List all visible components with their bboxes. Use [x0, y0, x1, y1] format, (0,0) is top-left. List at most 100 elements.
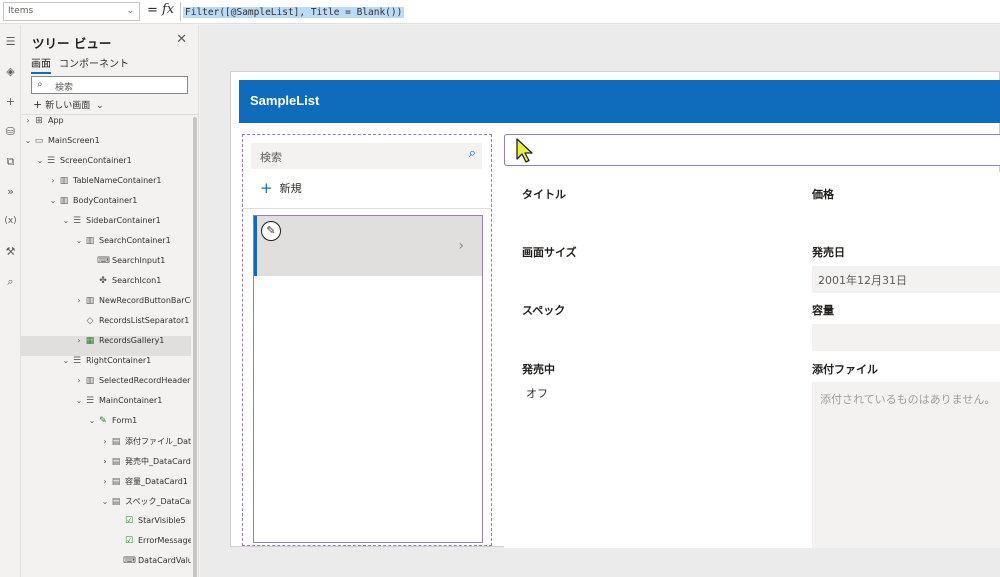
property-dropdown-value: Items: [8, 6, 34, 16]
price-label: 価格: [812, 188, 834, 201]
horizontal-container-icon: ▥: [85, 296, 95, 306]
mouse-cursor-icon: [516, 138, 533, 163]
formula-bar: Items ⌄ = fx Filter([@SampleList], Title…: [0, 0, 1000, 24]
release-date-value: 2001年12月31日: [818, 274, 907, 287]
tree-item-starvisible[interactable]: ☑ StarVisible5: [21, 516, 191, 536]
tree-item-form[interactable]: ⌄ ✎ Form1: [21, 416, 191, 436]
tab-components[interactable]: コンポーネント: [59, 55, 129, 70]
chevron-right-icon: ›: [51, 176, 55, 185]
chevron-down-icon: ⌄: [96, 101, 104, 111]
chevron-down-icon: ⌄: [75, 396, 83, 405]
variables-icon[interactable]: (x): [2, 213, 19, 230]
tree-item-attachments-datacard[interactable]: › ▤ 添付ファイル_Data: [21, 436, 191, 456]
tree-item-sidebarcontainer[interactable]: ⌄ ☰ SidebarContainer1: [21, 216, 191, 236]
tree-view-title: ツリー ビュー: [32, 36, 112, 51]
tree-item-mainscreen[interactable]: ⌄ ▭ MainScreen1: [21, 136, 191, 156]
chevron-right-icon: ›: [103, 437, 107, 446]
vertical-container-icon: ☰: [72, 216, 82, 226]
close-icon[interactable]: ✕: [176, 32, 187, 47]
chevron-down-icon: ⌄: [49, 196, 57, 205]
chevron-down-icon: ⌄: [75, 236, 83, 245]
app-icon: ⊞: [35, 116, 43, 126]
edit-pencil-icon[interactable]: ✎: [261, 221, 281, 241]
tools-icon[interactable]: ⚒: [2, 243, 19, 260]
app-header: SampleList: [239, 80, 1000, 123]
tree-item-spec-datacard[interactable]: ⌄ ▤ スペック_DataCard: [21, 496, 191, 516]
gallery-item[interactable]: ✎ ›: [254, 216, 482, 276]
app-header-title: SampleList: [250, 93, 320, 108]
datacard-icon: ▤: [111, 437, 121, 447]
tree-item-errormessage[interactable]: ☑ErrorMessage5: [21, 536, 191, 556]
search-input[interactable]: 検索 ⌕: [251, 143, 482, 169]
formula-text: Filter([@SampleList], Title = Blank()): [183, 7, 405, 18]
tree-item-onsale-datacard[interactable]: › ▤ 発売中_DataCard1: [21, 456, 191, 476]
tree-item-rightcontainer[interactable]: ⌄ ☰ RightContainer1: [21, 356, 191, 376]
label-icon: ☑: [124, 516, 134, 526]
tree-search-input[interactable]: ⌕ 検索: [31, 76, 188, 94]
label-icon: ☑: [124, 536, 134, 546]
record-form: タイトル 価格 画面サイズ 発売日 2001年12月31日 スペック 容量 発売…: [504, 172, 1000, 548]
tree-item-searchicon[interactable]: ✤ SearchIcon1: [21, 276, 191, 296]
chevron-down-icon: ⌄: [36, 156, 44, 165]
media-icon[interactable]: ⧉: [2, 153, 19, 170]
datacard-icon: ▤: [111, 477, 121, 487]
attachments-field[interactable]: 添付されているものはありません。: [812, 382, 1000, 548]
plus-icon: +: [33, 98, 43, 111]
chevron-right-icon: ›: [77, 336, 81, 345]
tree-item-capacity-datacard[interactable]: › ▤ 容量_DataCard1: [21, 476, 191, 496]
tree-item-selectedrecordheader[interactable]: ›▥SelectedRecordHeaderCon: [21, 376, 191, 396]
fx-icon[interactable]: fx: [162, 2, 174, 17]
chevron-right-icon: ›: [77, 376, 81, 385]
attachments-label: 添付ファイル: [812, 363, 878, 376]
text-input-icon: ⌨: [97, 256, 110, 266]
new-screen-button[interactable]: + 新しい画面 ⌄: [33, 98, 104, 111]
tree-search-placeholder: 検索: [55, 83, 74, 93]
insert-icon[interactable]: +: [2, 93, 19, 110]
tree-item-datacardvalue[interactable]: ⌨DataCardValue5: [21, 556, 191, 576]
sidebar-container[interactable]: 検索 ⌕ + 新規 ✎ ›: [242, 134, 492, 546]
release-date-label: 発売日: [812, 246, 845, 259]
tree-item-tablenamecontainer[interactable]: › ▥ TableNameContainer1: [21, 176, 191, 196]
spec-label: スペック: [522, 304, 566, 317]
chevron-right-icon[interactable]: ›: [458, 238, 464, 254]
horizontal-container-icon: ▥: [85, 236, 95, 246]
datacard-icon: ▤: [111, 457, 121, 467]
plus-icon: +: [260, 179, 273, 197]
chevron-down-icon: ⌄: [88, 416, 96, 425]
icon-rail: ☰ ◈ + ⛁ ⧉ » (x) ⚒ ⌕: [0, 25, 21, 577]
chevron-down-icon: ⌄: [101, 497, 109, 506]
app-screen: SampleList 検索 ⌕ + 新規 ✎ › タイトル 価格 画面サイズ 発…: [230, 71, 1000, 548]
tree-item-searchinput[interactable]: ⌨ SearchInput1: [21, 256, 191, 276]
data-icon[interactable]: ⛁: [2, 123, 19, 140]
rectangle-icon: ◇: [86, 316, 94, 326]
tree-scrollbar[interactable]: [193, 117, 197, 577]
tree-item-bodycontainer[interactable]: ⌄ ▥ BodyContainer1: [21, 196, 191, 216]
new-record-button[interactable]: + 新規: [260, 179, 302, 197]
formula-input[interactable]: Filter([@SampleList], Title = Blank()): [180, 2, 997, 21]
search-icon: ⌕: [37, 79, 43, 90]
flows-icon[interactable]: »: [2, 183, 19, 200]
chevron-down-icon: ⌄: [62, 356, 70, 365]
tree-item-recordslistseparator[interactable]: ◇ RecordsListSeparator1: [21, 316, 191, 336]
tree-item-maincontainer[interactable]: ⌄ ☰ MainContainer1: [21, 396, 191, 416]
equals-sign: =: [147, 3, 158, 18]
release-date-field[interactable]: 2001年12月31日: [812, 266, 1000, 293]
tree-item-newrecordbuttonbar[interactable]: ›▥NewRecordButtonBarConta: [21, 296, 191, 316]
tab-screens[interactable]: 画面: [31, 55, 51, 74]
search-icon[interactable]: ⌕: [2, 273, 19, 290]
gallery-icon: ▦: [85, 336, 95, 346]
selected-record-header[interactable]: [504, 134, 1000, 166]
title-label: タイトル: [522, 188, 566, 201]
tree-item-searchcontainer[interactable]: ⌄ ▥ SearchContainer1: [21, 236, 191, 256]
screen-size-label: 画面サイズ: [522, 246, 577, 259]
search-icon[interactable]: ⌕: [469, 146, 476, 161]
property-dropdown[interactable]: Items ⌄: [3, 2, 140, 21]
capacity-field[interactable]: [812, 324, 1000, 351]
tree-item-recordsgallery[interactable]: › ▦ RecordsGallery1: [21, 336, 191, 356]
records-gallery[interactable]: ✎ ›: [253, 215, 483, 543]
tree-item-app[interactable]: › ⊞ App: [21, 116, 191, 136]
vertical-container-icon: ☰: [46, 156, 56, 166]
tree-item-screencontainer[interactable]: ⌄ ☰ ScreenContainer1: [21, 156, 191, 176]
layers-icon[interactable]: ◈: [2, 63, 19, 80]
hamburger-icon[interactable]: ☰: [2, 33, 19, 50]
